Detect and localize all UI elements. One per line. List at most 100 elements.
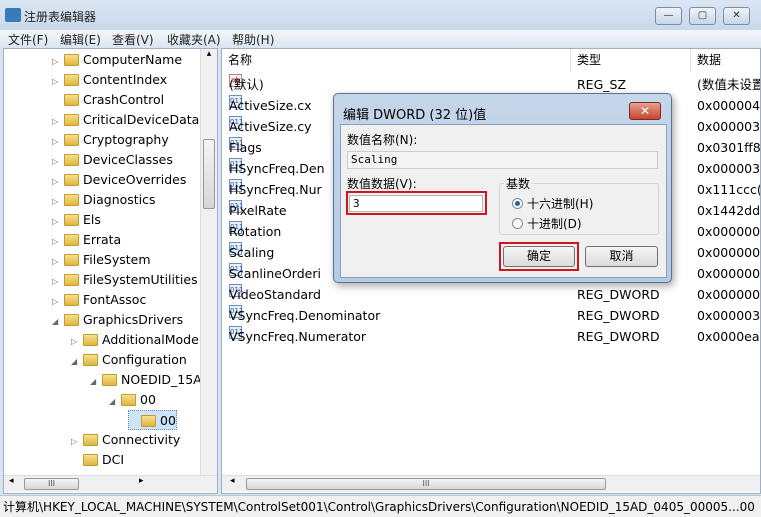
- tree-item[interactable]: ▷ Cryptography: [52, 130, 169, 150]
- tree-item[interactable]: ▷ Els: [52, 210, 101, 230]
- expander-icon[interactable]: ▷: [52, 72, 62, 92]
- tree-hscroll-thumb[interactable]: III: [24, 478, 79, 490]
- tree-item-label: Connectivity: [102, 432, 181, 447]
- tree-item[interactable]: CrashControl: [52, 90, 164, 110]
- value-name: Rotation: [229, 224, 282, 239]
- folder-icon: [83, 454, 98, 466]
- tree-item[interactable]: ▷ Errata: [52, 230, 121, 250]
- maximize-button[interactable]: ▢: [689, 7, 716, 25]
- expander-icon[interactable]: ▷: [52, 132, 62, 152]
- tree-item[interactable]: ◢ GraphicsDrivers: [52, 310, 183, 330]
- column-data[interactable]: 数据: [691, 49, 760, 71]
- value-data: 0x000000: [697, 245, 761, 260]
- folder-icon: [64, 274, 79, 286]
- base-label: 基数: [504, 175, 533, 192]
- expander-icon[interactable]: ▷: [71, 432, 81, 452]
- radio-selected-icon: [512, 198, 523, 209]
- close-button[interactable]: ✕: [723, 7, 750, 25]
- tree-item-label: Els: [83, 212, 101, 227]
- column-name[interactable]: 名称: [222, 49, 571, 71]
- tree-item[interactable]: ▷ FileSystem: [52, 250, 151, 270]
- tree-item[interactable]: ◢ 00: [109, 390, 156, 410]
- tree-item[interactable]: ▷ DeviceClasses: [52, 150, 173, 170]
- value-data: 0x000003: [697, 308, 761, 323]
- tree-item-label: AdditionalMode: [102, 332, 199, 347]
- tree-item[interactable]: ▷ AdditionalMode: [71, 330, 199, 350]
- menu-file[interactable]: 文件(F): [8, 31, 48, 48]
- tree-item[interactable]: ▷ DeviceOverrides: [52, 170, 186, 190]
- scroll-left-arrow[interactable]: ◂: [9, 476, 14, 486]
- value-row[interactable]: ab (默认)REG_SZ(数值未设置): [222, 74, 760, 95]
- expander-icon[interactable]: ▷: [52, 112, 62, 132]
- folder-icon: [141, 415, 156, 427]
- folder-icon: [64, 254, 79, 266]
- values-hscroll-thumb[interactable]: III: [246, 478, 606, 490]
- folder-icon: [64, 74, 79, 86]
- tree-item-label: ContentIndex: [83, 72, 168, 87]
- tree-vertical-scrollbar[interactable]: ▴: [200, 49, 217, 475]
- value-row[interactable]: 011 VSyncFreq.Denominator REG_DWORD 0x0000…: [222, 305, 761, 326]
- scroll-right-arrow[interactable]: ▸: [139, 476, 144, 486]
- decimal-radio[interactable]: 十进制(D): [512, 215, 582, 232]
- tree-item-label: ComputerName: [83, 52, 183, 67]
- tree-scroll-thumb[interactable]: [203, 139, 215, 209]
- expander-icon[interactable]: ▷: [52, 252, 62, 272]
- expander-icon[interactable]: ◢: [109, 392, 119, 412]
- value-row[interactable]: 011 VSyncFreq.Numerator REG_DWORD 0x0000ea: [222, 326, 760, 347]
- data-input-highlight: [346, 191, 487, 215]
- decimal-label: 十进制(D): [527, 217, 582, 231]
- value-row[interactable]: 011 VideoStandard REG_DWORD 0x000000: [222, 284, 760, 305]
- value-data: (数值未设置): [697, 77, 760, 92]
- tree-item[interactable]: 00: [128, 410, 177, 430]
- value-name: Scaling: [229, 245, 275, 260]
- menu-view[interactable]: 查看(V): [112, 31, 154, 48]
- tree-item[interactable]: DCI: [71, 450, 124, 470]
- cancel-button[interactable]: 取消: [585, 246, 658, 267]
- value-name-field: Scaling: [347, 151, 658, 169]
- menu-edit[interactable]: 编辑(E): [60, 31, 101, 48]
- value-data: 0x000003: [697, 119, 761, 134]
- values-horizontal-scrollbar[interactable]: ◂ III: [222, 475, 760, 492]
- tree-item[interactable]: ▷ Diagnostics: [52, 190, 156, 210]
- value-name: HSyncFreq.Nur: [229, 182, 322, 197]
- folder-icon: [64, 94, 79, 106]
- expander-icon[interactable]: ▷: [52, 152, 62, 172]
- value-name: Flags: [229, 140, 262, 155]
- tree-item-label: DCI: [102, 452, 125, 467]
- menu-help[interactable]: 帮助(H): [232, 31, 274, 48]
- tree-item[interactable]: ▷ ComputerName: [52, 50, 182, 70]
- folder-icon: [64, 174, 79, 186]
- scroll-up-arrow[interactable]: ▴: [201, 49, 217, 59]
- scroll-left-arrow[interactable]: ◂: [230, 476, 235, 486]
- minimize-button[interactable]: —: [655, 7, 682, 25]
- expander-icon[interactable]: ▷: [52, 192, 62, 212]
- tree-item[interactable]: ▷ FileSystemUtilities: [52, 270, 198, 290]
- expander-icon[interactable]: ▷: [71, 332, 81, 352]
- expander-icon[interactable]: ◢: [52, 312, 62, 332]
- tree-horizontal-scrollbar[interactable]: ◂ III ▸: [4, 475, 217, 492]
- tree-item[interactable]: ◢ NOEDID_15A: [90, 370, 202, 390]
- expander-icon[interactable]: ◢: [71, 352, 81, 372]
- value-data: 0x000000: [697, 224, 761, 239]
- expander-icon[interactable]: ▷: [52, 212, 62, 232]
- dialog-title: 编辑 DWORD (32 位)值: [343, 108, 487, 123]
- expander-icon[interactable]: ▷: [52, 172, 62, 192]
- tree-item[interactable]: ▷ ContentIndex: [52, 70, 167, 90]
- expander-icon[interactable]: ▷: [52, 292, 62, 312]
- expander-icon[interactable]: ▷: [52, 272, 62, 292]
- expander-icon[interactable]: ▷: [52, 52, 62, 72]
- tree-item-label: GraphicsDrivers: [83, 312, 184, 327]
- menu-favorites[interactable]: 收藏夹(A): [167, 31, 221, 48]
- tree-item[interactable]: ▷ FontAssoc: [52, 290, 146, 310]
- folder-icon: [64, 234, 79, 246]
- tree-item-label: Cryptography: [83, 132, 169, 147]
- dialog-close-button[interactable]: ✕: [629, 102, 661, 120]
- expander-icon[interactable]: ◢: [90, 372, 100, 392]
- hex-radio[interactable]: 十六进制(H): [512, 195, 593, 212]
- expander-icon[interactable]: ▷: [52, 232, 62, 252]
- tree-item[interactable]: ▷ Connectivity: [71, 430, 180, 450]
- column-type[interactable]: 类型: [571, 49, 691, 71]
- tree-item[interactable]: ◢ Configuration: [71, 350, 187, 370]
- tree-item[interactable]: ▷ CriticalDeviceDatab: [52, 110, 207, 130]
- folder-icon: [64, 194, 79, 206]
